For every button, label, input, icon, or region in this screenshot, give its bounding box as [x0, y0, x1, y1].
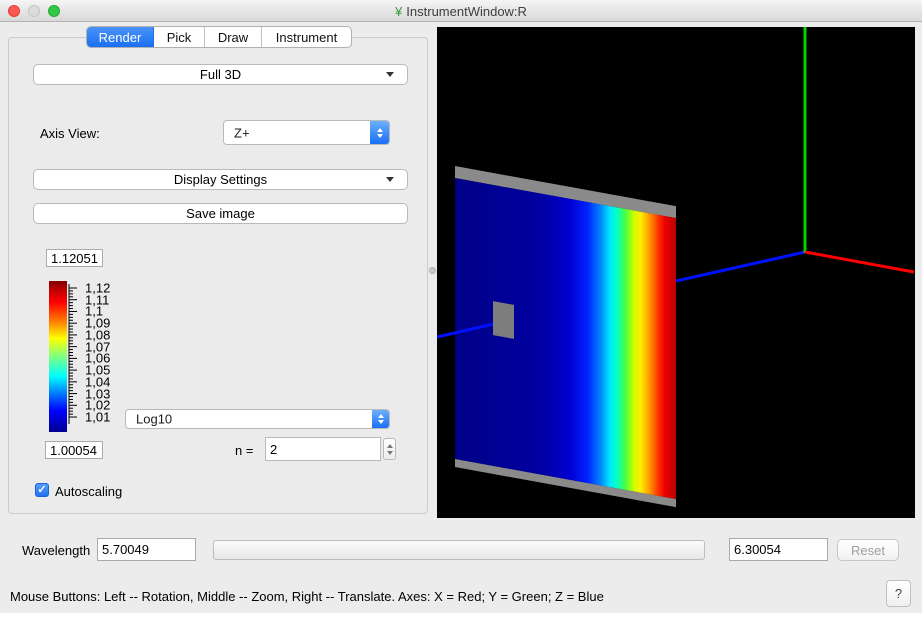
display-settings-label: Display Settings	[174, 172, 267, 187]
axes-overlay	[437, 27, 915, 518]
sample-marker[interactable]	[493, 301, 514, 339]
tab-pick[interactable]: Pick	[154, 27, 205, 47]
autoscaling-label: Autoscaling	[55, 484, 122, 499]
power-label: n =	[235, 443, 253, 458]
instrument-window: ¥ InstrumentWindow:R Render Pick Draw In…	[0, 0, 922, 629]
save-image-button[interactable]: Save image	[33, 203, 408, 224]
dropdown-arrow-icon	[386, 177, 394, 182]
x-axis-line	[805, 252, 914, 272]
status-bar-text: Mouse Buttons: Left -- Rotation, Middle …	[10, 589, 604, 604]
combobox-arrows-icon	[372, 410, 389, 428]
scale-min-input[interactable]: 1.00054	[45, 441, 103, 459]
wavelength-range-slider[interactable]	[213, 540, 705, 560]
scale-max-input[interactable]: 1.12051	[46, 249, 103, 267]
wavelength-min-input[interactable]: 5.70049	[97, 538, 196, 561]
tab-draw[interactable]: Draw	[205, 27, 262, 47]
axis-view-value: Z+	[234, 125, 250, 140]
colorbar-tick-label: 1,01	[85, 410, 129, 425]
scale-type-combobox[interactable]: Log10	[125, 409, 390, 429]
tab-bar: Render Pick Draw Instrument	[86, 26, 352, 48]
dropdown-arrow-icon	[386, 72, 394, 77]
spinner-down-icon[interactable]	[387, 451, 393, 455]
power-input[interactable]: 2	[265, 437, 381, 461]
app-icon: ¥	[395, 5, 402, 18]
viewport-3d[interactable]	[437, 27, 915, 518]
tab-instrument[interactable]: Instrument	[262, 27, 351, 47]
title-wrap: ¥ InstrumentWindow:R	[0, 0, 922, 22]
combobox-arrows-icon	[370, 121, 389, 144]
bottom-strip	[0, 613, 922, 629]
spinner-up-icon[interactable]	[387, 444, 393, 448]
colorbar[interactable]	[49, 281, 67, 432]
save-image-label: Save image	[186, 206, 255, 221]
autoscaling-checkbox[interactable]: ✓	[35, 483, 49, 497]
axis-view-combobox[interactable]: Z+	[223, 120, 390, 145]
splitter-handle[interactable]	[429, 267, 436, 274]
display-settings-dropdown[interactable]: Display Settings	[33, 169, 408, 190]
scale-type-value: Log10	[136, 412, 172, 427]
projection-dropdown[interactable]: Full 3D	[33, 64, 408, 85]
wavelength-max-input[interactable]: 6.30054	[729, 538, 828, 561]
power-spinner[interactable]	[383, 438, 396, 460]
wavelength-label: Wavelength	[22, 543, 90, 558]
colorbar-ruler	[68, 281, 82, 432]
projection-value: Full 3D	[200, 67, 241, 82]
axis-view-label: Axis View:	[40, 126, 100, 141]
z-axis-segment	[676, 252, 805, 281]
tab-render[interactable]: Render	[87, 27, 154, 47]
title-bar: ¥ InstrumentWindow:R	[0, 0, 922, 22]
reset-button[interactable]: Reset	[837, 539, 899, 561]
window-title: InstrumentWindow:R	[406, 4, 527, 19]
help-button[interactable]: ?	[886, 580, 911, 607]
